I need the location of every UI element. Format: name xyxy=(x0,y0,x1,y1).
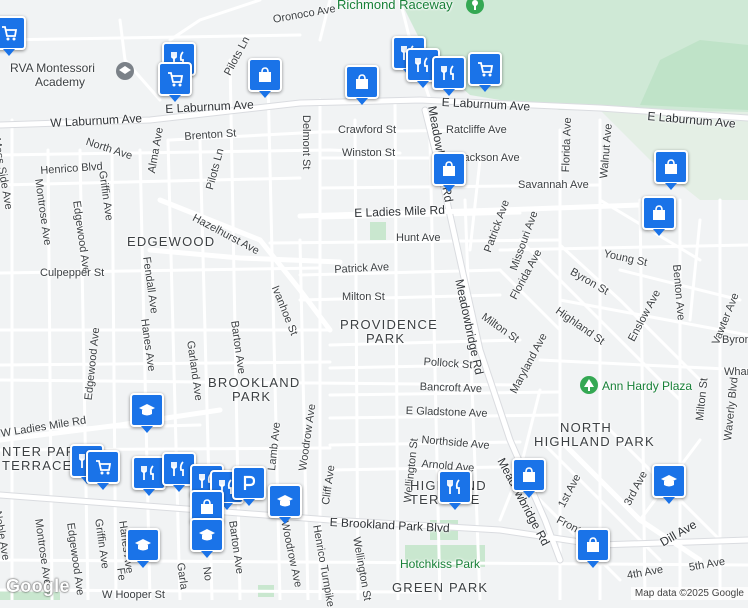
poi-label[interactable]: Academy xyxy=(35,76,85,88)
street-label: Bancroft Ave xyxy=(419,381,483,396)
shopping-cart-icon[interactable] xyxy=(468,52,502,92)
poi-label[interactable]: Richmond Raceway xyxy=(337,0,453,11)
poi-label[interactable]: RVA Montessori xyxy=(10,62,95,74)
shopping-cart-icon[interactable] xyxy=(0,16,26,56)
school-icon[interactable] xyxy=(190,518,224,558)
street-label: E Ladies Mile Rd xyxy=(353,202,446,220)
street-label: No xyxy=(200,566,214,582)
neighborhood-label: PROVIDENCE xyxy=(340,317,438,332)
shopping-bag-icon[interactable] xyxy=(345,65,379,105)
school-icon[interactable] xyxy=(126,528,160,568)
landmark-icon[interactable] xyxy=(466,0,484,14)
parking-icon[interactable] xyxy=(232,466,266,506)
school-icon[interactable] xyxy=(130,393,164,433)
school-icon[interactable] xyxy=(116,62,134,80)
neighborhood-label: PARK xyxy=(232,389,272,404)
street-label: Savannah Ave xyxy=(518,179,589,191)
street-label: Ratcliffe Ave xyxy=(446,124,507,136)
shopping-cart-icon[interactable] xyxy=(86,450,120,490)
street-label: Winston St xyxy=(342,147,396,159)
tree-icon[interactable] xyxy=(580,376,598,394)
shopping-bag-icon[interactable] xyxy=(248,58,282,98)
neighborhood-label: HIGHLAND PARK xyxy=(534,434,655,449)
street-label: Byron xyxy=(722,334,748,346)
street-label: Jackson Ave xyxy=(458,152,520,164)
school-icon[interactable] xyxy=(268,484,302,524)
street-label: Delmont St xyxy=(300,115,312,170)
neighborhood-label: NORTH xyxy=(560,420,612,435)
neighborhood-label: GREEN PARK xyxy=(392,580,489,595)
shopping-cart-icon[interactable] xyxy=(158,62,192,102)
google-logo: Google xyxy=(6,576,70,596)
shopping-bag-icon[interactable] xyxy=(512,458,546,498)
shopping-bag-icon[interactable] xyxy=(432,152,466,192)
restaurant-icon[interactable] xyxy=(132,456,166,496)
restaurant-icon[interactable] xyxy=(438,470,472,510)
restaurant-icon[interactable] xyxy=(432,56,466,96)
park-patch xyxy=(370,222,386,240)
street-label: Florida Ave xyxy=(560,117,574,173)
shopping-bag-icon[interactable] xyxy=(654,150,688,190)
street-label: Crawford St xyxy=(338,124,397,136)
shopping-bag-icon[interactable] xyxy=(642,196,676,236)
street-label: Fe xyxy=(114,567,128,582)
street-label: Culpepper St xyxy=(40,267,105,279)
school-icon[interactable] xyxy=(652,464,686,504)
poi-label[interactable]: Hotchkiss Park xyxy=(400,558,480,570)
shopping-bag-icon[interactable] xyxy=(576,528,610,568)
poi-label[interactable]: Ann Hardy Plaza xyxy=(602,380,692,392)
street-label: Milton St xyxy=(342,291,385,303)
neighborhood-label: EDGEWOOD xyxy=(127,234,216,249)
neighborhood-label: PARK xyxy=(366,331,406,346)
map-attribution[interactable]: Map data ©2025 Google xyxy=(630,587,748,600)
neighborhood-label: TERRACE xyxy=(2,458,73,473)
neighborhood-label: BROOKLAND xyxy=(208,375,301,390)
street-label: Hunt Ave xyxy=(396,232,441,244)
street-label: W Hooper St xyxy=(102,589,165,601)
